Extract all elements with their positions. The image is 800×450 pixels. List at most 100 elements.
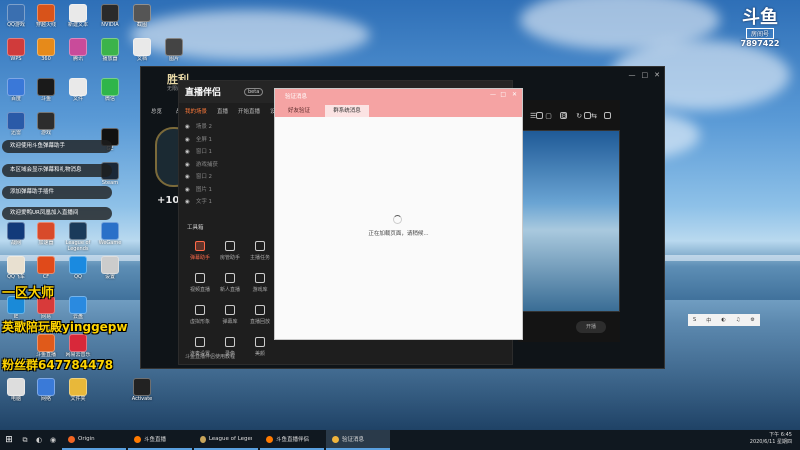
desktop-icon[interactable]: QQ游戏 [2,4,30,34]
beta-badge: beta [244,88,264,96]
desktop-icon[interactable]: 播放器 [96,38,124,68]
minimize-icon[interactable]: — [490,91,496,98]
scene-item[interactable]: ◉ 窗口 1 [185,146,275,159]
desktop-icon[interactable]: 图片 [160,38,188,68]
taskbar-app-label: Origin [78,436,95,442]
desktop-icon[interactable]: 新建文本 [64,4,92,34]
toolbox-grid: 弹幕助手 房管助手 主播任务 视频直播 新人直播 游戏库 虚拟形象 弹幕库 直播回放 连麦设置 录像… [185,241,277,357]
close-icon[interactable]: ✕ [654,71,660,79]
app-icon [332,435,339,443]
desktop-icon[interactable]: 微信 [96,78,124,108]
desktop-icon[interactable]: Activate [128,378,156,408]
scene-item[interactable]: ◉ 场景 2 [185,121,275,134]
tool-label: 直播回放 [249,319,270,325]
desktop-icon-label: 截图 [136,22,147,28]
desktop-icon[interactable]: 截图 [128,4,156,34]
desktop-icon[interactable]: 迅雷 [2,112,30,142]
tab-group-messages[interactable]: 群系统消息 [325,105,369,117]
tool-item[interactable]: 弹幕库 [215,305,245,325]
desktop-icon[interactable]: NVIDIA [96,4,124,34]
desktop-icon[interactable]: WeGame [96,222,124,252]
ime-icon[interactable]: 中 [706,317,711,324]
moon-icon[interactable]: ◐ [721,317,725,323]
tool-item[interactable]: 虚拟形象 [185,305,215,325]
desktop-icon[interactable]: 百度 [2,78,30,108]
clock-time: 下午 6:45 [769,432,792,438]
window-icon[interactable]: ▢ [545,112,552,120]
tool-label: 美颜 [254,351,265,357]
desktop-icon[interactable]: 战网 [2,222,30,252]
menu-icon[interactable]: ☰ [530,112,536,120]
tool-item[interactable]: 新人直播 [215,273,245,293]
desktop-icon[interactable]: 设置 [96,256,124,286]
dialog-title: 验证消息 [285,94,308,100]
tutorial-link[interactable]: 斗鱼直播伴侣使用教程 [185,353,235,360]
desktop-icon-label: 腾讯 [72,56,83,62]
app-icon[interactable]: ◉ [46,430,60,450]
app-icon [69,378,87,396]
desktop-icon[interactable]: 电脑 [2,378,30,408]
task-view-icon[interactable]: ⧉ [18,430,32,450]
sogou-icon[interactable]: S [693,317,696,323]
tool-item[interactable]: 美颜 [245,337,275,357]
start-stream-button[interactable]: 开播 [576,321,606,333]
tab-overview[interactable]: 总览 [151,107,162,115]
scene-item[interactable]: ◉ 窗口 2 [185,171,275,184]
browser-icon[interactable]: ◐ [32,430,46,450]
desktop-icon[interactable]: 腾讯 [64,38,92,68]
share-icon[interactable]: ⇆ [591,112,597,120]
desktop-icon-label: 电脑 [10,396,21,402]
audio-icon[interactable]: ♫ [736,317,740,323]
refresh-icon[interactable]: ↻ [576,112,582,120]
maximize-icon[interactable]: □ [642,71,649,79]
desktop-icon-label: 斗鱼 [40,96,51,102]
stream-overlay-rank: 一区大师 [2,286,55,301]
app-icon [101,38,119,56]
tool-item[interactable]: 主播任务 [245,241,275,261]
app-icon [7,256,25,274]
gear-icon[interactable]: ⚙ [561,112,567,120]
tab-live[interactable]: 直播 [217,107,228,115]
taskbar-app[interactable]: Origin [62,430,126,450]
desktop-icon[interactable]: 文件夹 [64,378,92,408]
taskbar-app[interactable]: 斗鱼直播伴侣 [260,430,324,450]
clock[interactable]: 下午 6:45 2020/6/11 星期四 [750,432,792,446]
tool-item[interactable]: 直播回放 [245,305,275,325]
scene-item[interactable]: ◉ 游戏捕获 [185,159,275,172]
app-icon [69,222,87,240]
taskbar-app[interactable]: 斗鱼直播 [128,430,192,450]
tab-friend-verify[interactable]: 好友验证 [277,105,321,117]
desktop-icon[interactable]: 网络 [32,378,60,408]
desktop-icon[interactable]: 文档 [128,38,156,68]
scene-item[interactable]: ◉ 全屏 1 [185,134,275,147]
desktop-icon[interactable]: 穿越火线 [32,4,60,34]
app-icon [69,38,87,56]
start-button[interactable]: ⊞ [0,430,18,450]
tab-my-scenes[interactable]: 我的场景 [185,107,207,115]
helper-logo: 直播伴侣 [185,88,222,98]
taskbar-app[interactable]: 验证消息 [326,430,390,450]
share-icon[interactable] [604,112,611,119]
tool-item[interactable]: 房管助手 [215,241,245,261]
desktop-icon[interactable]: League of Legends [64,222,92,252]
desktop-icon[interactable]: 加速器 [32,222,60,252]
tool-icon [255,241,265,251]
tool-item[interactable]: 弹幕助手 [185,241,215,261]
taskbar-app[interactable]: League of Legends [194,430,258,450]
desktop-icon[interactable]: QQ [64,256,92,286]
minimize-icon[interactable]: — [629,71,636,79]
desktop-icon[interactable]: 文件 [64,78,92,108]
tool-item[interactable]: 视频直播 [185,273,215,293]
desktop-icon[interactable]: WPS [2,38,30,68]
scene-item[interactable]: ◉ 文字 1 [185,196,275,209]
scene-item[interactable]: ◉ 图片 1 [185,184,275,197]
desktop-icon[interactable]: 游戏 [32,112,60,142]
maximize-icon[interactable]: □ [500,91,506,98]
desktop-icon-label: 设置 [104,274,115,280]
close-icon[interactable]: ✕ [512,91,517,98]
desktop-icon[interactable]: 360 [32,38,60,68]
tool-item[interactable]: 游戏库 [245,273,275,293]
gear-icon[interactable]: ⚙ [750,317,754,323]
desktop-icon[interactable]: 斗鱼 [32,78,60,108]
tab-start-live[interactable]: 开始直播 [238,107,260,115]
